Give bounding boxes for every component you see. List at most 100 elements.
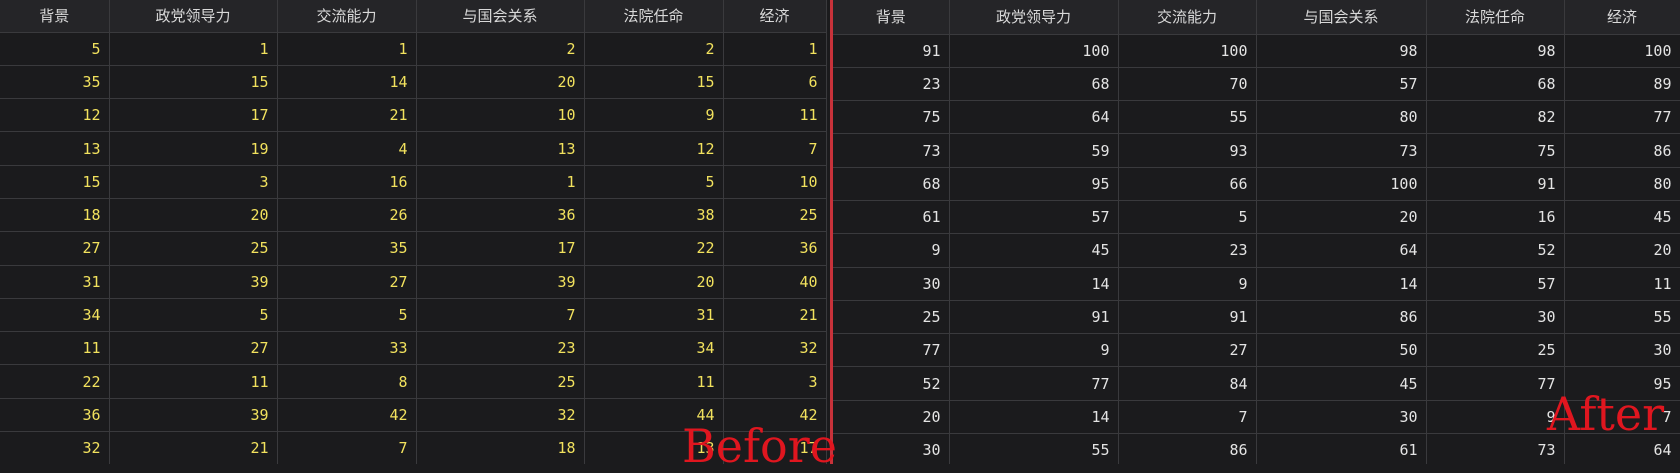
after-table-cell[interactable]: 75 — [1426, 133, 1565, 168]
before-table-cell[interactable]: 15 — [584, 65, 724, 100]
before-table-cell[interactable]: 11 — [109, 364, 278, 399]
before-table-cell[interactable]: 40 — [723, 265, 827, 299]
before-table-cell[interactable]: 32 — [416, 398, 585, 433]
after-table-cell[interactable]: 14 — [949, 400, 1119, 435]
before-table-cell[interactable]: 5 — [109, 298, 278, 333]
after-col-header-party-leadership[interactable]: 政党领导力 — [949, 0, 1119, 35]
before-table-cell[interactable]: 38 — [584, 198, 724, 233]
after-table-cell[interactable]: 57 — [1256, 67, 1427, 102]
before-table-cell[interactable]: 39 — [109, 398, 278, 433]
after-table-cell[interactable]: 25 — [833, 300, 950, 335]
after-table-cell[interactable]: 98 — [1426, 34, 1565, 68]
before-table-cell[interactable]: 5 — [0, 32, 110, 66]
after-table-cell[interactable]: 45 — [949, 233, 1119, 268]
before-col-header-court-appointments[interactable]: 法院任命 — [584, 0, 724, 33]
after-table-cell[interactable]: 45 — [1564, 200, 1680, 235]
after-table-cell[interactable]: 55 — [949, 433, 1119, 464]
after-col-header-background[interactable]: 背景 — [833, 0, 950, 35]
before-table-cell[interactable]: 35 — [0, 65, 110, 100]
before-table-cell[interactable]: 25 — [109, 231, 278, 266]
after-col-header-communication[interactable]: 交流能力 — [1118, 0, 1257, 35]
after-table-cell[interactable]: 68 — [1426, 67, 1565, 102]
before-table-cell[interactable]: 21 — [109, 431, 278, 464]
before-table-cell[interactable]: 36 — [0, 398, 110, 433]
before-table-cell[interactable]: 13 — [416, 131, 585, 166]
after-col-header-economy[interactable]: 经济 — [1564, 0, 1680, 35]
before-col-header-background[interactable]: 背景 — [0, 0, 110, 33]
after-table-cell[interactable]: 91 — [1426, 167, 1565, 201]
after-table-cell[interactable]: 91 — [949, 300, 1119, 335]
before-table-cell[interactable]: 39 — [416, 265, 585, 299]
after-table-cell[interactable]: 45 — [1256, 366, 1427, 401]
before-table-cell[interactable]: 2 — [584, 32, 724, 66]
before-col-header-communication[interactable]: 交流能力 — [277, 0, 417, 33]
after-table-cell[interactable]: 100 — [949, 34, 1119, 68]
before-table-cell[interactable]: 16 — [277, 165, 417, 199]
before-table-cell[interactable]: 15 — [0, 165, 110, 199]
after-table-cell[interactable]: 70 — [1118, 67, 1257, 102]
before-table-cell[interactable]: 19 — [109, 131, 278, 166]
before-table-cell[interactable]: 7 — [416, 298, 585, 333]
before-table-cell[interactable]: 10 — [723, 165, 827, 199]
after-table-cell[interactable]: 57 — [1426, 267, 1565, 301]
before-table-cell[interactable]: 31 — [0, 265, 110, 299]
after-table-cell[interactable]: 9 — [833, 233, 950, 268]
after-table-cell[interactable]: 64 — [1256, 233, 1427, 268]
before-col-header-economy[interactable]: 经济 — [723, 0, 827, 33]
before-table-cell[interactable]: 8 — [277, 364, 417, 399]
after-table-cell[interactable]: 57 — [949, 200, 1119, 235]
after-table-cell[interactable]: 30 — [1564, 333, 1680, 368]
after-table-cell[interactable]: 73 — [833, 133, 950, 168]
after-table-cell[interactable]: 23 — [1118, 233, 1257, 268]
after-table-cell[interactable]: 14 — [949, 267, 1119, 301]
after-table-cell[interactable]: 14 — [1256, 267, 1427, 301]
after-table-cell[interactable]: 93 — [1118, 133, 1257, 168]
after-table-cell[interactable]: 30 — [833, 267, 950, 301]
after-table-cell[interactable]: 59 — [949, 133, 1119, 168]
before-table-cell[interactable]: 1 — [109, 32, 278, 66]
before-table-cell[interactable]: 18 — [0, 198, 110, 233]
before-table-cell[interactable]: 13 — [0, 131, 110, 166]
after-table-cell[interactable]: 66 — [1118, 167, 1257, 201]
before-table-cell[interactable]: 20 — [109, 198, 278, 233]
before-table-cell[interactable]: 15 — [109, 65, 278, 100]
after-table-cell[interactable]: 95 — [1564, 366, 1680, 401]
before-table-cell[interactable]: 17 — [416, 231, 585, 266]
before-table-cell[interactable]: 7 — [723, 131, 827, 166]
before-table-cell[interactable]: 35 — [277, 231, 417, 266]
before-table-cell[interactable]: 25 — [723, 198, 827, 233]
before-table-cell[interactable]: 11 — [0, 331, 110, 366]
after-table-cell[interactable]: 5 — [1118, 200, 1257, 235]
before-table-cell[interactable]: 26 — [277, 198, 417, 233]
after-table-cell[interactable]: 75 — [833, 100, 950, 135]
before-col-header-party-leadership[interactable]: 政党领导力 — [109, 0, 278, 33]
after-table-cell[interactable]: 100 — [1564, 34, 1680, 68]
after-table-cell[interactable]: 100 — [1118, 34, 1257, 68]
after-table-cell[interactable]: 73 — [1256, 133, 1427, 168]
after-table-cell[interactable]: 30 — [1426, 300, 1565, 335]
after-table-cell[interactable]: 52 — [1426, 233, 1565, 268]
after-table-cell[interactable]: 68 — [949, 67, 1119, 102]
before-table-cell[interactable]: 3 — [109, 165, 278, 199]
after-table-cell[interactable]: 20 — [833, 400, 950, 435]
after-table-cell[interactable]: 30 — [833, 433, 950, 464]
after-table-cell[interactable]: 9 — [1426, 400, 1565, 435]
after-table-cell[interactable]: 77 — [1564, 100, 1680, 135]
before-table-cell[interactable]: 14 — [277, 65, 417, 100]
after-table-cell[interactable]: 50 — [1256, 333, 1427, 368]
after-table-cell[interactable]: 20 — [1564, 233, 1680, 268]
before-table-cell[interactable]: 32 — [723, 331, 827, 366]
after-table-cell[interactable]: 23 — [833, 67, 950, 102]
after-table-cell[interactable]: 84 — [1118, 366, 1257, 401]
after-table-cell[interactable]: 9 — [1118, 267, 1257, 301]
after-table-cell[interactable]: 77 — [949, 366, 1119, 401]
after-table-cell[interactable]: 61 — [833, 200, 950, 235]
after-table-cell[interactable]: 52 — [833, 366, 950, 401]
after-table-cell[interactable]: 95 — [949, 167, 1119, 201]
before-table-cell[interactable]: 6 — [723, 65, 827, 100]
after-table-cell[interactable]: 86 — [1564, 133, 1680, 168]
before-table-cell[interactable]: 1 — [277, 32, 417, 66]
before-table-cell[interactable]: 20 — [416, 65, 585, 100]
after-table-cell[interactable]: 91 — [1118, 300, 1257, 335]
before-table-cell[interactable]: 18 — [416, 431, 585, 464]
